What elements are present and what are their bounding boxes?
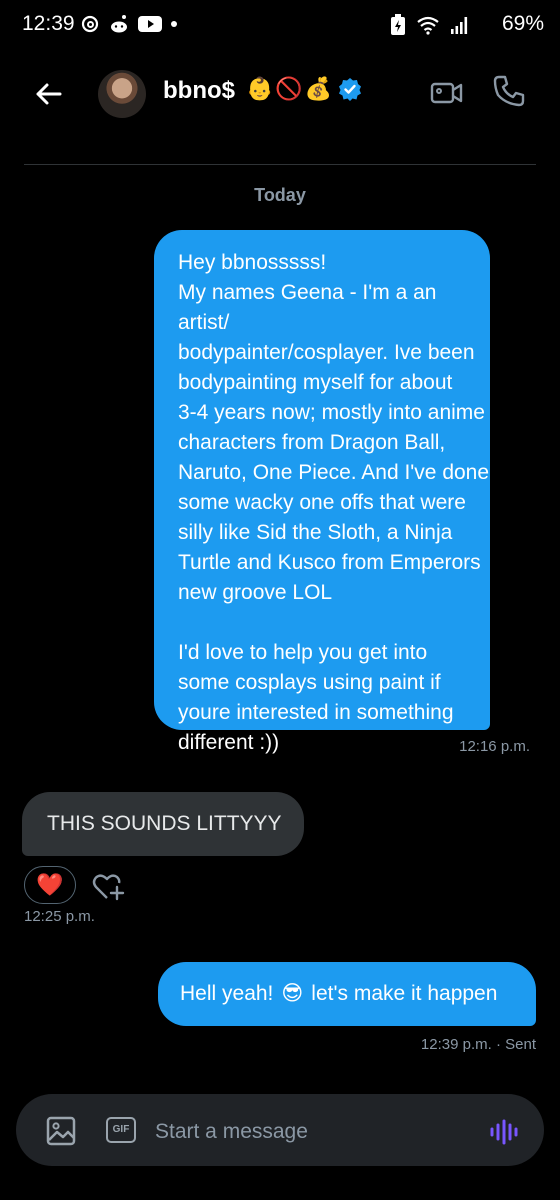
threads-icon xyxy=(81,15,99,33)
system-icons xyxy=(390,14,468,36)
message-text: Hell yeah! xyxy=(180,982,274,1005)
message-timestamp: 12:16 p.m. xyxy=(459,738,530,755)
status-time: 12:39 xyxy=(22,12,75,35)
battery-saver-icon xyxy=(391,14,405,35)
bottom-overlay xyxy=(0,1186,560,1200)
header-divider xyxy=(24,164,536,165)
image-icon[interactable] xyxy=(44,1114,78,1148)
video-call-icon[interactable] xyxy=(430,76,464,110)
signal-icon xyxy=(451,17,468,34)
back-arrow-icon[interactable] xyxy=(28,74,68,114)
outgoing-message-bubble[interactable]: Hey bbnosssss! My names Geena - I'm a an… xyxy=(154,230,490,754)
more-notifications-dot-icon xyxy=(171,21,177,27)
date-separator: Today xyxy=(254,185,306,205)
voice-message-icon[interactable] xyxy=(488,1116,520,1148)
incoming-message-bubble[interactable]: THIS SOUNDS LITTYYY xyxy=(22,792,304,856)
message-timestamp: 12:25 p.m. xyxy=(24,908,95,925)
baby-emoji: 👶 xyxy=(246,76,274,101)
money-bag-emoji: 💰 xyxy=(304,76,333,101)
verified-badge-icon xyxy=(339,78,362,101)
battery-percentage: 69% xyxy=(501,12,544,35)
reaction-pill[interactable]: ❤️ xyxy=(24,866,76,904)
message-text: let's make it happen xyxy=(311,982,498,1005)
phone-call-icon[interactable] xyxy=(492,74,526,108)
heart-reaction-emoji: ❤️ xyxy=(36,872,64,897)
outgoing-message-bubble[interactable]: Hell yeah! 😎 let's make it happen xyxy=(158,962,536,1026)
notification-icons xyxy=(80,14,178,34)
sunglasses-emoji: 😎 xyxy=(281,982,304,1005)
prohibited-emoji: 🚫 xyxy=(275,76,303,101)
message-input[interactable] xyxy=(155,1116,455,1148)
add-reaction-heart-icon[interactable] xyxy=(90,868,126,904)
wifi-icon xyxy=(417,16,439,35)
avatar[interactable] xyxy=(98,70,146,118)
reddit-icon xyxy=(111,15,127,33)
youtube-icon xyxy=(138,16,162,32)
message-timestamp: 12:39 p.m. · Sent xyxy=(420,1036,536,1053)
message-text: THIS SOUNDS LITTYYY xyxy=(47,812,282,835)
contact-name[interactable]: bbno$ xyxy=(163,77,235,105)
name-emoji-row: 👶 🚫 💰 xyxy=(246,76,362,102)
gif-button[interactable]: GIF xyxy=(106,1117,136,1143)
